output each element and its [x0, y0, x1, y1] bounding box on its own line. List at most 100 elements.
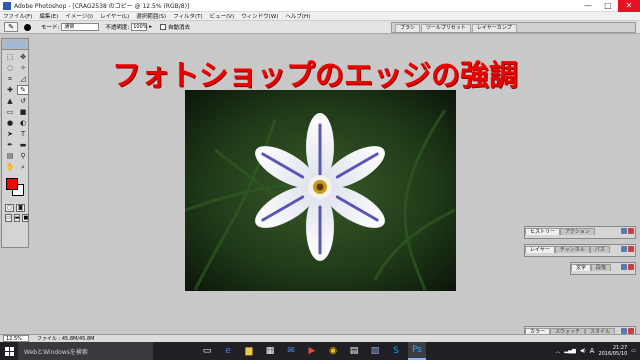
skype-icon[interactable]: S — [387, 342, 405, 360]
document-icon[interactable]: ▤ — [345, 342, 363, 360]
pen-tool-icon[interactable]: ✒ — [4, 140, 16, 150]
slice-tool-icon[interactable]: ◿ — [17, 74, 29, 84]
panel-minimize-icon[interactable] — [621, 246, 627, 252]
brush-picker[interactable] — [24, 23, 31, 31]
opacity-input[interactable]: 100% — [131, 23, 148, 31]
crop-tool-icon[interactable]: ⌗ — [4, 74, 16, 84]
menu-layer[interactable]: レイヤー(L) — [100, 12, 129, 20]
opacity-arrow-icon[interactable]: ▸ — [149, 24, 152, 30]
file-explorer-icon[interactable]: ▆ — [240, 342, 258, 360]
edge-browser-icon[interactable]: e — [219, 342, 237, 360]
photoshop-taskbar-icon[interactable]: Ps — [408, 342, 426, 360]
file-size-info[interactable]: ファイル : 45.8M/45.8M — [37, 335, 94, 342]
tab-layers[interactable]: レイヤー — [525, 246, 555, 253]
shape-tool-icon[interactable]: ▬ — [17, 140, 29, 150]
clone-stamp-icon[interactable]: ▲ — [4, 96, 16, 106]
menu-image[interactable]: イメージ(I) — [65, 12, 93, 20]
panel-close-icon[interactable] — [628, 264, 634, 270]
palette-tab-layer-comps[interactable]: レイヤーカンプ — [471, 24, 517, 32]
tray-up-arrow-icon[interactable]: ︿ — [555, 348, 560, 355]
store-icon[interactable]: ▦ — [261, 342, 279, 360]
task-view-icon[interactable]: ▭ — [198, 342, 216, 360]
quick-mask-icon[interactable]: ◙ — [16, 204, 25, 212]
menu-filter[interactable]: フィルタ(T) — [173, 12, 203, 20]
eraser-tool-icon[interactable]: ▭ — [4, 107, 16, 117]
path-select-icon[interactable]: ➤ — [4, 129, 16, 139]
panel-minimize-icon[interactable] — [621, 228, 627, 234]
menu-help[interactable]: ヘルプ(H) — [285, 12, 310, 20]
mail-icon[interactable]: ✉ — [282, 342, 300, 360]
panel-minimize-icon[interactable] — [621, 264, 627, 270]
notes-tool-icon[interactable]: ▤ — [4, 151, 16, 161]
opacity-label: 不透明度: — [105, 25, 130, 31]
panel-close-icon[interactable] — [628, 228, 634, 234]
tab-paths[interactable]: パス — [589, 246, 610, 253]
dodge-tool-icon[interactable]: ◐ — [17, 118, 29, 128]
hand-tool-icon[interactable]: ✋ — [4, 162, 16, 172]
maximize-button[interactable]: □ — [598, 0, 618, 12]
full-screen-menu-icon[interactable]: ▬ — [13, 214, 21, 222]
status-bar: 12.5% ファイル : 45.8M/45.8M — [0, 334, 640, 342]
system-tray: ︿ ▂▄▆ ◀) A 21:27 2016/05/10 ▭ — [555, 345, 640, 357]
eyedropper-tool-icon[interactable]: ⚲ — [17, 151, 29, 161]
network-icon[interactable]: ▂▄▆ — [564, 348, 576, 354]
taskbar-apps: ▭ e ▆ ▦ ✉ ▶ ◉ ▤ ▨ S Ps — [198, 342, 426, 360]
tab-actions[interactable]: アクション — [560, 228, 595, 235]
history-brush-icon[interactable]: ↺ — [17, 96, 29, 106]
healing-brush-icon[interactable]: ✚ — [4, 85, 16, 95]
media-player-icon[interactable]: ▶ — [303, 342, 321, 360]
lasso-tool-icon[interactable]: ◌ — [4, 63, 16, 73]
taskbar-search[interactable]: WebとWindowsを検索 — [18, 342, 153, 360]
tab-paragraph[interactable]: 段落 — [591, 264, 612, 271]
tab-channels[interactable]: チャンネル — [554, 246, 590, 253]
menu-edit[interactable]: 編集(E) — [39, 12, 58, 20]
tool-preset-picker[interactable]: ✎ — [4, 22, 18, 32]
toolbox: ⬚ ✥ ◌ ✧ ⌗ ◿ ✚ ✎ ▲ ↺ ▭ ■ ● ◐ ➤ T ✒ ▬ ▤ ⚲ … — [1, 38, 30, 248]
mode-select[interactable]: 通常 — [61, 23, 100, 31]
zoom-tool-icon[interactable]: ⌕ — [17, 162, 29, 172]
history-panel: ヒストリー アクション — [524, 226, 636, 239]
chrome-icon[interactable]: ◉ — [324, 342, 342, 360]
tab-history[interactable]: ヒストリー — [525, 228, 561, 235]
foreground-color-swatch[interactable] — [6, 178, 18, 190]
menu-bar: ファイル(F) 編集(E) イメージ(I) レイヤー(L) 選択範囲(S) フィ… — [0, 12, 640, 21]
blur-tool-icon[interactable]: ● — [4, 118, 16, 128]
palette-tab-tool-presets[interactable]: ツールプリセット — [420, 24, 471, 32]
minimize-button[interactable]: — — [578, 0, 598, 12]
ime-indicator[interactable]: A — [590, 347, 595, 355]
standard-mode-icon[interactable]: ▢ — [5, 204, 14, 212]
menu-window[interactable]: ウィンドウ(W) — [241, 12, 278, 20]
pencil-tool-icon[interactable]: ✎ — [17, 85, 29, 95]
window-controls: — □ ✕ — [578, 0, 640, 12]
menu-select[interactable]: 選択範囲(S) — [136, 12, 166, 20]
windows-taskbar: WebとWindowsを検索 ▭ e ▆ ▦ ✉ ▶ ◉ ▤ ▨ S Ps ︿ … — [0, 342, 640, 360]
screen-modes: ▭ ▬ ■ — [2, 214, 30, 222]
full-screen-icon[interactable]: ■ — [22, 214, 30, 222]
document-canvas[interactable] — [185, 90, 456, 291]
clock-date: 2016/05/10 — [598, 351, 628, 357]
color-swatches — [2, 176, 28, 202]
tab-character[interactable]: 文字 — [571, 264, 592, 271]
volume-icon[interactable]: ◀) — [580, 348, 586, 354]
toolbox-header[interactable] — [2, 39, 28, 50]
close-button[interactable]: ✕ — [618, 0, 640, 12]
magic-wand-tool-icon[interactable]: ✧ — [17, 63, 29, 73]
marquee-tool-icon[interactable]: ⬚ — [4, 52, 16, 62]
start-button[interactable] — [0, 342, 18, 360]
standard-screen-icon[interactable]: ▭ — [5, 214, 12, 222]
windows-logo-icon — [4, 346, 14, 356]
clock[interactable]: 21:27 2016/05/10 — [598, 345, 627, 357]
gradient-tool-icon[interactable]: ■ — [17, 107, 29, 117]
options-bar: ✎ モード: 通常 不透明度: 100% ▸ 自動消去 ブラシ ツールプリセット… — [0, 21, 640, 34]
notifications-icon[interactable]: ▭ — [631, 348, 636, 354]
panel-close-icon[interactable] — [628, 246, 634, 252]
photos-icon[interactable]: ▨ — [366, 342, 384, 360]
zoom-level-input[interactable]: 12.5% — [3, 335, 29, 342]
palette-tab-brushes[interactable]: ブラシ — [395, 24, 420, 32]
type-tool-icon[interactable]: T — [17, 129, 29, 139]
menu-file[interactable]: ファイル(F) — [3, 12, 32, 20]
move-tool-icon[interactable]: ✥ — [17, 52, 29, 62]
menu-view[interactable]: ビュー(V) — [210, 12, 235, 20]
layers-panel: レイヤー チャンネル パス — [524, 244, 636, 257]
auto-erase-checkbox[interactable] — [159, 24, 166, 30]
